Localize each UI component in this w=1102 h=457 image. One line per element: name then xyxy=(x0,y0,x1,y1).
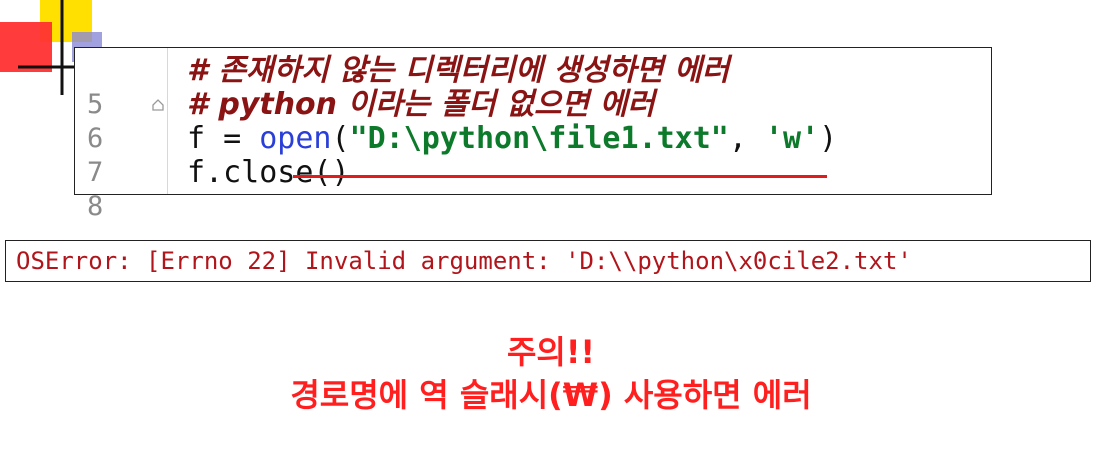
code-line-7: 7 f = open("D:\python\file1.txt", 'w') xyxy=(75,122,991,189)
error-message: OSError: [Errno 22] Invalid argument: 'D… xyxy=(16,247,912,275)
red-square xyxy=(0,22,52,72)
code-statement: f = open("D:\python\file1.txt", 'w') xyxy=(187,122,837,156)
operator-token: = xyxy=(205,121,260,156)
error-output-box: OSError: [Errno 22] Invalid argument: 'D… xyxy=(5,240,1091,282)
comment-keyword: # python xyxy=(187,87,338,122)
fold-marker-icon[interactable] xyxy=(151,98,165,112)
warning-notice: 주의!! 경로명에 역 슬래시(₩) 사용하면 에러 xyxy=(0,331,1102,417)
paren-token: ( xyxy=(331,121,350,156)
comma-token: , xyxy=(728,121,765,156)
comment-text: # python 이라는 폴더 없으면 에러 xyxy=(187,88,655,122)
variable-token: f xyxy=(187,121,206,156)
paren-token: ) xyxy=(819,121,838,156)
code-line-8: 8 f.close() xyxy=(75,155,991,223)
code-line-5: 5 # 존재하지 않는 디렉터리에 생성하면 에러 xyxy=(75,53,991,121)
code-line-6: 6 # python 이라는 폴더 없으면 에러 xyxy=(75,88,991,155)
path-string-token: "D:\python\file1.txt" xyxy=(349,121,729,156)
comment-rest: 이라는 폴더 없으면 에러 xyxy=(337,87,655,122)
error-squiggle-underline xyxy=(293,175,827,178)
code-editor-panel: 5 # 존재하지 않는 디렉터리에 생성하면 에러 6 # python 이라는… xyxy=(74,47,992,223)
comment-text: # 존재하지 않는 디렉터리에 생성하면 에러 xyxy=(187,53,730,88)
mode-string-token: 'w' xyxy=(764,121,820,156)
line-number: 8 xyxy=(87,191,104,222)
warning-message: 경로명에 역 슬래시(₩) 사용하면 에러 xyxy=(290,376,812,414)
warning-title: 주의!! xyxy=(506,333,596,371)
function-token: open xyxy=(259,121,332,156)
code-statement: f.close() xyxy=(187,155,350,190)
